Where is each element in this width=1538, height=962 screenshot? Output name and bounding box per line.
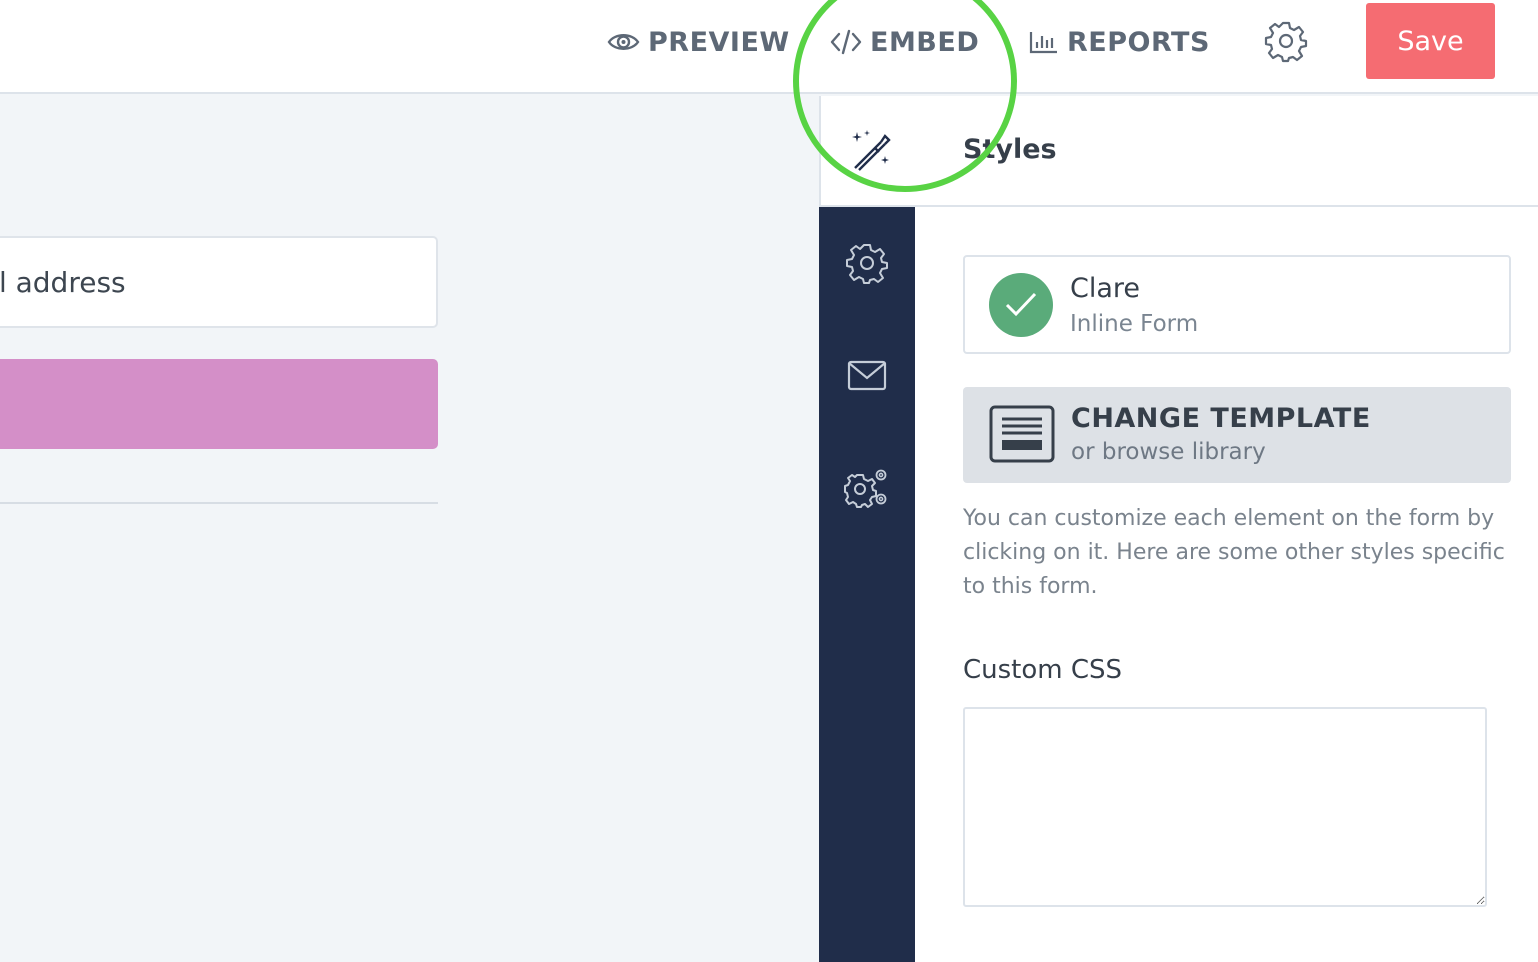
- bar-chart-icon: [1029, 32, 1057, 54]
- template-icon: [989, 405, 1055, 463]
- email-field-text: ail address: [0, 265, 126, 299]
- embed-tab[interactable]: EMBED: [830, 24, 979, 60]
- template-type: Inline Form: [1070, 311, 1199, 337]
- change-template-subtitle: or browse library: [1071, 439, 1266, 465]
- envelope-icon[interactable]: [844, 353, 890, 399]
- top-bar: PREVIEW EMBED REPORTS Save: [0, 0, 1538, 94]
- preview-label: PREVIEW: [648, 26, 790, 58]
- custom-css-label: Custom CSS: [963, 655, 1123, 685]
- eye-icon: [607, 34, 640, 50]
- gear-icon[interactable]: [844, 240, 890, 286]
- reports-label: REPORTS: [1067, 26, 1210, 58]
- custom-css-input[interactable]: [963, 707, 1487, 907]
- form-canvas: ail address: [0, 96, 819, 962]
- gear-icon[interactable]: [1264, 19, 1308, 63]
- reports-tab[interactable]: REPORTS: [1029, 24, 1210, 60]
- change-template-button[interactable]: CHANGE TEMPLATE or browse library: [963, 387, 1511, 483]
- panel-header: Styles: [819, 96, 1538, 207]
- check-icon: [989, 273, 1053, 337]
- form-divider: [0, 502, 438, 504]
- help-text: You can customize each element on the fo…: [963, 506, 1505, 599]
- sidebar-strip: [819, 207, 915, 962]
- change-template-title: CHANGE TEMPLATE: [1071, 403, 1371, 434]
- preview-tab[interactable]: PREVIEW: [607, 24, 790, 60]
- magic-wand-icon[interactable]: [849, 130, 891, 172]
- template-name: Clare: [1070, 273, 1141, 304]
- panel-title: Styles: [963, 134, 1057, 165]
- styles-panel: Clare Inline Form CHANGE TEMPLATE or bro…: [915, 207, 1538, 962]
- embed-label: EMBED: [870, 26, 980, 58]
- email-field[interactable]: ail address: [0, 236, 438, 328]
- template-card: Clare Inline Form: [963, 255, 1511, 354]
- code-icon: [830, 29, 862, 55]
- save-button[interactable]: Save: [1366, 3, 1495, 79]
- gears-icon[interactable]: [844, 465, 890, 511]
- subscribe-button[interactable]: [0, 359, 438, 449]
